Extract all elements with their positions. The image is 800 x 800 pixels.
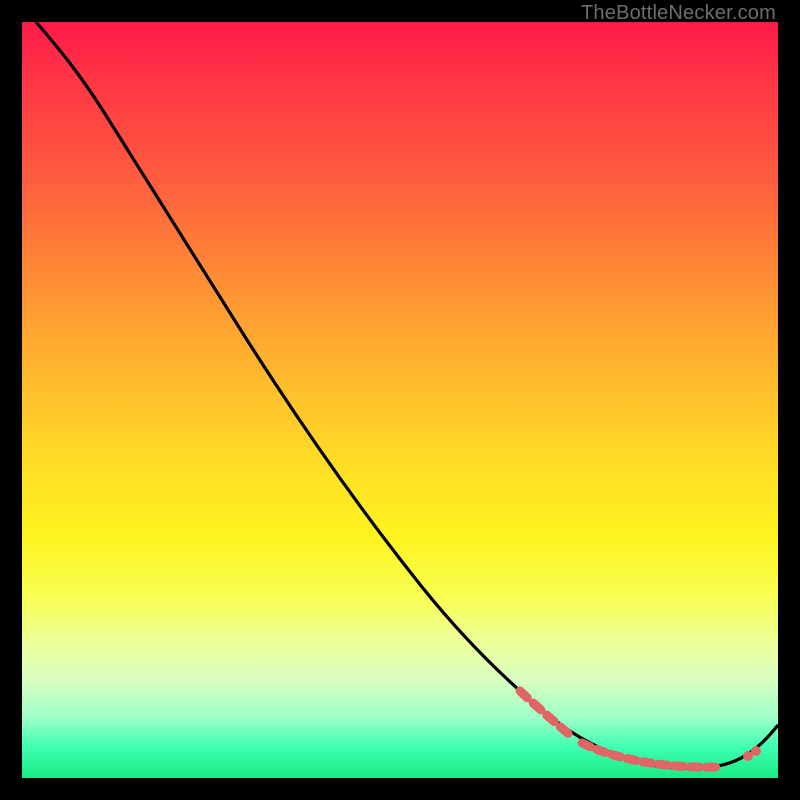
chart-frame: TheBottleNecker.com xyxy=(0,0,800,800)
highlight-right-dot-2 xyxy=(751,746,761,756)
curve-main xyxy=(36,22,778,768)
plot-area xyxy=(22,22,778,778)
highlight-left xyxy=(520,691,570,735)
highlight-bottom xyxy=(582,743,722,767)
watermark-text: TheBottleNecker.com xyxy=(581,2,776,25)
chart-overlay xyxy=(22,22,778,778)
